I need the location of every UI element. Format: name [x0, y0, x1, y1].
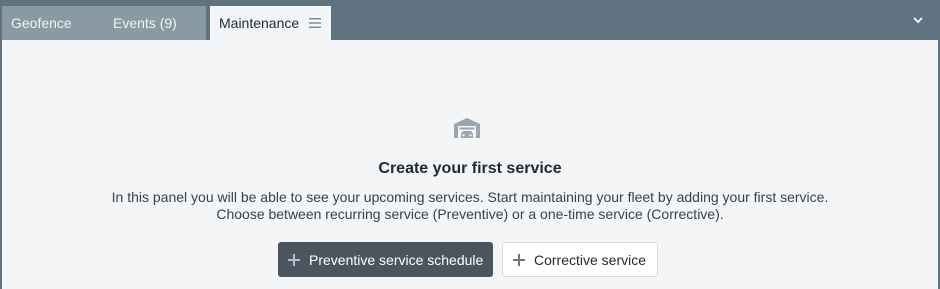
- tab-bar: Geofence Events (9) Maintenance: [0, 0, 940, 40]
- corrective-service-button[interactable]: Corrective service: [502, 242, 658, 277]
- chevron-down-icon[interactable]: [912, 14, 924, 26]
- tab-events-label: Events (9): [113, 15, 177, 31]
- empty-state-title: Create your first service: [378, 160, 562, 177]
- tab-geofence[interactable]: Geofence: [2, 6, 96, 40]
- preventive-button-label: Preventive service schedule: [309, 251, 484, 268]
- tab-geofence-label: Geofence: [11, 15, 72, 31]
- garage-icon: [454, 118, 480, 138]
- plus-icon: [288, 253, 300, 266]
- empty-state-description-line2: Choose between recurring service (Preven…: [216, 206, 724, 222]
- tab-maintenance-label: Maintenance: [219, 15, 300, 31]
- corrective-button-label: Corrective service: [534, 251, 647, 268]
- tab-events[interactable]: Events (9): [96, 6, 206, 40]
- plus-icon: [513, 253, 525, 266]
- menu-icon[interactable]: [309, 18, 321, 28]
- empty-state-description-line1: In this panel you will be able to see yo…: [111, 189, 829, 205]
- tab-maintenance[interactable]: Maintenance: [210, 6, 331, 40]
- maintenance-window: Geofence Events (9) Maintenance Create y…: [0, 0, 940, 289]
- preventive-service-schedule-button[interactable]: Preventive service schedule: [278, 242, 493, 277]
